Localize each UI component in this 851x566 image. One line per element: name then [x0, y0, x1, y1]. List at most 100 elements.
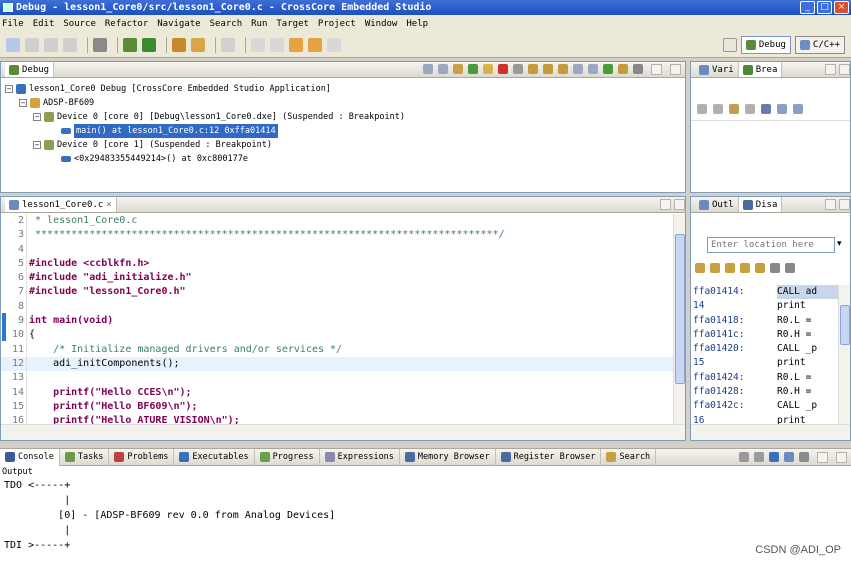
tab-outline[interactable]: Outl [695, 197, 739, 212]
pen-icon[interactable] [221, 37, 235, 52]
build-icon[interactable] [93, 37, 107, 52]
show-breakpoints-icon[interactable] [729, 104, 739, 114]
step-return-icon[interactable] [558, 64, 568, 74]
tree-row-stack-frame[interactable]: main() at lesson1_Core0.c:12 0xffa01414 [5, 124, 405, 138]
tab-search[interactable]: Search [601, 448, 657, 466]
disassembly-listing[interactable]: ffa01414: CALL ad 14 print ffa01418: R0.L =… [693, 285, 838, 428]
suspend-icon[interactable] [483, 64, 493, 74]
tab-disassembly[interactable]: Disa [738, 197, 783, 212]
prev-annotation-icon[interactable] [270, 37, 284, 52]
menu-source[interactable]: Source [63, 19, 96, 29]
pin-icon[interactable] [327, 37, 341, 52]
new-icon[interactable] [6, 37, 20, 52]
editor-vertical-scrollbar[interactable] [673, 214, 685, 424]
collapse-all-icon[interactable] [793, 104, 803, 114]
menu-navigate[interactable]: Navigate [157, 19, 200, 29]
tree-row-core1[interactable]: − Device 0 [core 1] (Suspended : Breakpo… [5, 138, 405, 152]
menu-refactor[interactable]: Refactor [105, 19, 148, 29]
close-button[interactable]: × [834, 1, 849, 14]
minimize-view-icon[interactable] [817, 451, 828, 463]
back-icon[interactable] [289, 37, 303, 52]
tab-executables[interactable]: Executables [174, 448, 255, 466]
run-to-line-icon[interactable] [603, 64, 613, 74]
save-all-icon[interactable] [44, 37, 58, 52]
perspective-cpp[interactable]: C/C++ [794, 36, 845, 54]
code-area[interactable]: 2 * lesson1_Core0.c 3 ******************… [1, 214, 673, 424]
disconnect-icon[interactable] [513, 64, 523, 74]
pin-console-icon[interactable] [769, 451, 779, 462]
source-toggle-icon[interactable] [740, 263, 750, 273]
tab-problems[interactable]: Problems [109, 448, 175, 466]
tree-row-launch[interactable]: − lesson1_Core0 Debug [CrossCore Embedde… [5, 82, 405, 96]
tab-register-browser[interactable]: Register Browser [496, 448, 602, 466]
step-into-icon[interactable] [528, 64, 538, 74]
menu-project[interactable]: Project [318, 19, 356, 29]
close-tab-icon[interactable]: × [106, 200, 111, 210]
collapse-icon[interactable]: − [19, 99, 27, 107]
tab-editor-file[interactable]: lesson1_Core0.c × [5, 197, 117, 212]
scroll-thumb[interactable] [675, 234, 685, 384]
remove-all-icon[interactable] [438, 64, 448, 74]
console-output[interactable]: Output TDO <-----+ | [0] - [ADSP-BF609 r… [0, 466, 851, 566]
restart-icon[interactable] [618, 64, 628, 74]
terminate-icon[interactable] [498, 64, 508, 74]
editor-horizontal-scrollbar[interactable] [1, 424, 685, 440]
drop-frame-icon[interactable] [573, 64, 583, 74]
scroll-thumb[interactable] [840, 305, 850, 345]
menu-edit[interactable]: Edit [33, 19, 55, 29]
minimize-button[interactable]: _ [800, 1, 815, 14]
tab-breakpoints[interactable]: Brea [738, 62, 783, 77]
wand-icon[interactable] [191, 37, 205, 52]
minimize-view-icon[interactable] [825, 199, 836, 210]
connect-icon[interactable] [453, 64, 463, 74]
remove-all-breakpoints-icon[interactable] [713, 104, 723, 114]
view-menu-icon[interactable] [633, 64, 643, 74]
menu-run[interactable]: Run [251, 19, 267, 29]
print-icon[interactable] [63, 37, 77, 52]
perspective-debug[interactable]: Debug [740, 36, 791, 54]
maximize-view-icon[interactable] [839, 199, 850, 210]
minimize-view-icon[interactable] [825, 64, 836, 75]
instruction-step-icon[interactable] [588, 64, 598, 74]
tree-row-stack-frame[interactable]: <0x29483355449214>() at 0xc800177e [5, 152, 405, 166]
pin-view-icon[interactable] [785, 263, 795, 273]
open-console-icon[interactable] [799, 451, 809, 462]
open-perspective-icon[interactable] [722, 38, 737, 52]
goto-file-icon[interactable] [745, 104, 755, 114]
minimize-view-icon[interactable] [660, 199, 671, 210]
debug-icon[interactable] [123, 37, 137, 52]
step-over-icon[interactable] [543, 64, 553, 74]
tab-variables[interactable]: Vari [695, 62, 739, 77]
minimize-view-icon[interactable] [651, 64, 662, 75]
maximize-button[interactable]: □ [817, 1, 832, 14]
tab-memory-browser[interactable]: Memory Browser [400, 448, 496, 466]
maximize-view-icon[interactable] [836, 451, 847, 463]
display-console-icon[interactable] [784, 451, 794, 462]
scroll-lock-icon[interactable] [754, 451, 764, 462]
link-icon[interactable] [725, 263, 735, 273]
tree-row-processor[interactable]: − ADSP-BF609 [5, 96, 405, 110]
menu-help[interactable]: Help [406, 19, 428, 29]
skip-breakpoints-icon[interactable] [761, 104, 771, 114]
tree-row-core0[interactable]: − Device 0 [core 0] [Debug\lesson1_Core0… [5, 110, 405, 124]
tab-console[interactable]: Console [0, 448, 60, 466]
chevron-down-icon[interactable]: ▾ [837, 239, 842, 249]
resume-icon[interactable] [468, 64, 478, 74]
remove-breakpoint-icon[interactable] [697, 104, 707, 114]
collapse-icon[interactable]: − [33, 141, 41, 149]
disassembly-vertical-scrollbar[interactable] [838, 285, 850, 424]
save-icon[interactable] [25, 37, 39, 52]
disassembly-horizontal-scrollbar[interactable] [691, 424, 850, 440]
menu-search[interactable]: Search [210, 19, 243, 29]
collapse-icon[interactable]: − [33, 113, 41, 121]
refresh-icon[interactable] [695, 263, 705, 273]
new-view-icon[interactable] [770, 263, 780, 273]
external-tools-icon[interactable] [172, 37, 186, 52]
tab-tasks[interactable]: Tasks [60, 448, 110, 466]
menu-file[interactable]: File [2, 19, 24, 29]
maximize-view-icon[interactable] [839, 64, 850, 75]
collapse-icon[interactable]: − [5, 85, 13, 93]
menu-target[interactable]: Target [276, 19, 309, 29]
tab-expressions[interactable]: Expressions [320, 448, 400, 466]
remove-launch-icon[interactable] [423, 64, 433, 74]
